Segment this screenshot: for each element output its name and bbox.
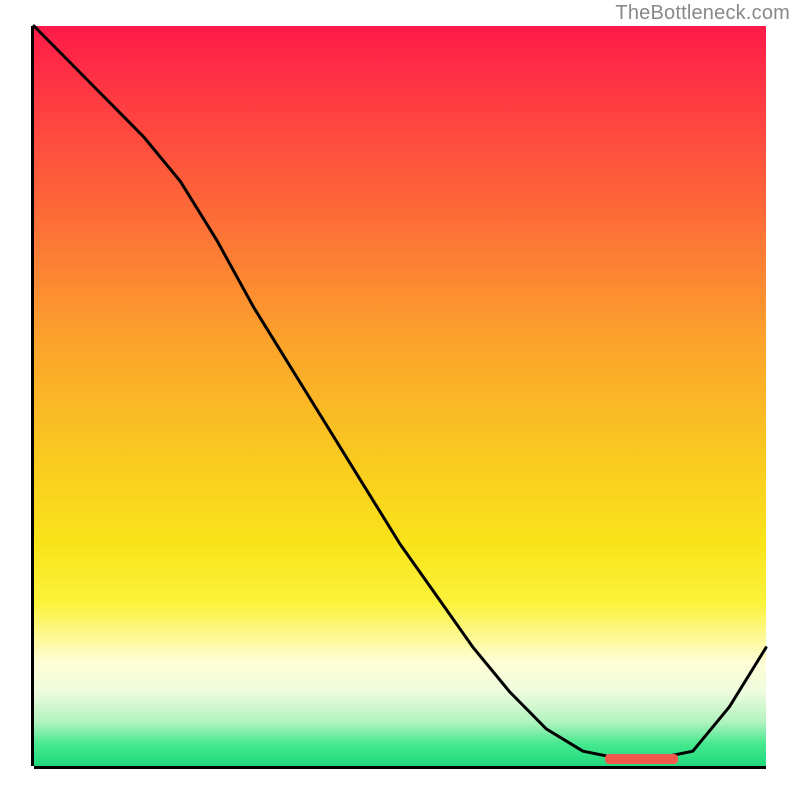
optimal-range-marker (605, 754, 678, 764)
bottleneck-curve (34, 26, 766, 766)
attribution-text: TheBottleneck.com (615, 2, 790, 25)
x-axis (34, 766, 766, 769)
bottleneck-chart (34, 26, 766, 766)
y-axis (31, 26, 34, 766)
